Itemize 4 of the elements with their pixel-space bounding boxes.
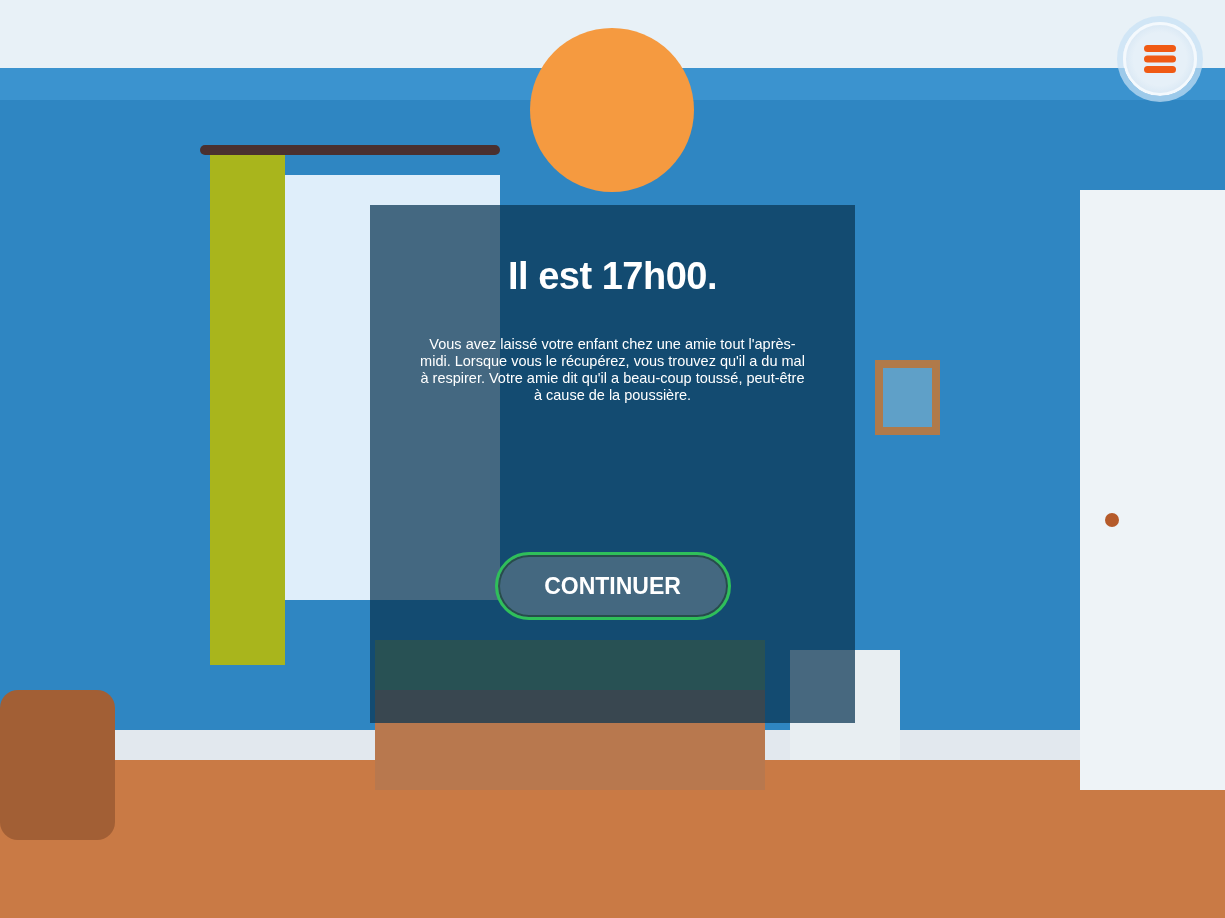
dialog-message: Vous avez laissé votre enfant chez une amie tout l'après-midi. Lorsque vous le récupérez, vous trouvez qu'il a du mal à respirer. Votre amie dit qu'il a beau-coup toussé, peut-être à cause de la poussière.	[419, 336, 806, 404]
menu-icon	[1144, 45, 1176, 73]
dialog-title: Il est 17h00.	[508, 255, 717, 298]
continue-button[interactable]: CONTINUER	[494, 552, 731, 620]
